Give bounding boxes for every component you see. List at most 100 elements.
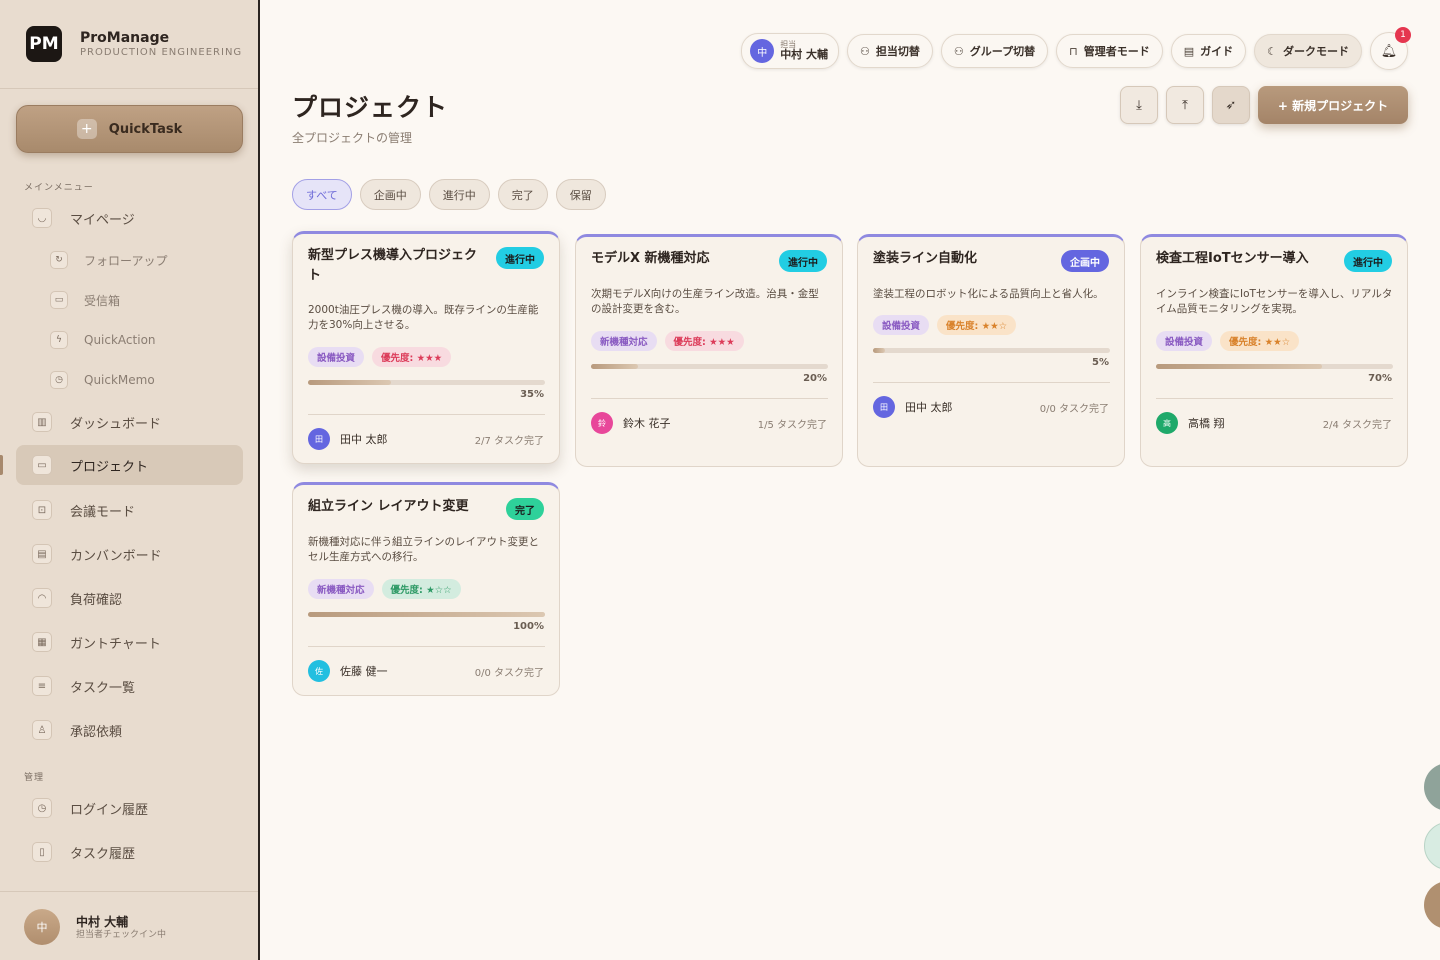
owner: 田 田中 太郎 (873, 396, 953, 418)
filter-done[interactable]: 完了 (497, 179, 548, 210)
progress-label: 100% (513, 621, 544, 632)
project-description: インライン検査にIoTセンサーを導入し、リアルタイム品質モニタリングを実現。 (1156, 288, 1393, 315)
divider (308, 414, 545, 415)
owner: 佐 佐藤 健一 (308, 660, 388, 682)
sidebar-item-quickaction[interactable]: ϟ QuickAction (48, 320, 243, 360)
user-footer[interactable]: 中 中村 大輔 担当者チェックイン中 (0, 891, 258, 960)
sidebar-item-followup[interactable]: ↻ フォローアップ (48, 240, 243, 280)
floating-action-button[interactable] (1424, 763, 1440, 811)
sidebar-item-quickmemo[interactable]: ◷ QuickMemo (48, 360, 243, 400)
sidebar-item-label: ログイン履歴 (70, 802, 149, 818)
filter-all[interactable]: すべて (292, 179, 352, 210)
dark-mode-toggle[interactable]: ☾ ダークモード (1254, 34, 1362, 68)
sidebar-item-approval[interactable]: ♙ 承認依頼 (16, 710, 243, 750)
main-menu-label: メインメニュー (24, 183, 94, 193)
quicktask-button[interactable]: + QuickTask (16, 105, 243, 153)
avatar: 中 (24, 909, 60, 945)
guide-button[interactable]: ▤ ガイド (1170, 34, 1247, 68)
topbar: 中 担当 中村 大輔 ⚇ 担当切替 ⚇ グループ切替 ⊓ 管理者モード ▤ ガイ… (741, 27, 1411, 70)
rocket-button[interactable]: ➶ (1212, 86, 1250, 124)
filter-planning[interactable]: 企画中 (359, 179, 421, 210)
sidebar-item-inbox[interactable]: ▭ 受信箱 (48, 280, 243, 320)
status-badge: 企画中 (1061, 250, 1109, 272)
filter-on-hold[interactable]: 保留 (555, 179, 606, 210)
inbox-icon: ▭ (50, 291, 68, 309)
sidebar-item-gantt[interactable]: ▦ ガントチャート (16, 622, 243, 662)
category-tag: 新機種対応 (591, 331, 657, 351)
project-title: 塗装ライン自動化 (873, 251, 978, 266)
sidebar-item-dashboard[interactable]: ▥ ダッシュボード (16, 402, 243, 442)
dark-mode-label: ダークモード (1283, 45, 1349, 58)
progress-label: 20% (803, 373, 827, 384)
sidebar-item-meeting[interactable]: ⊡ 会議モード (16, 490, 243, 530)
divider (0, 88, 258, 89)
sidebar-item-label: ダッシュボード (70, 416, 162, 432)
sidebar-item-label: 負荷確認 (70, 592, 123, 608)
sidebar-item-login-history[interactable]: ◷ ログイン履歴 (16, 788, 243, 828)
sidebar-item-label: フォローアップ (84, 253, 168, 268)
upload-button[interactable]: ⤒ (1166, 86, 1204, 124)
floating-action-button[interactable] (1424, 881, 1440, 929)
category-tag: 設備投資 (308, 347, 365, 367)
list-icon: ≡ (32, 676, 52, 696)
sidebar-item-label: マイページ (70, 212, 135, 228)
sidebar-item-task-history[interactable]: ▯ タスク履歴 (16, 832, 243, 872)
divider (591, 398, 828, 399)
admin-mode-button[interactable]: ⊓ 管理者モード (1056, 34, 1163, 68)
project-title: モデルX 新機種対応 (591, 251, 710, 266)
project-card[interactable]: 塗装ライン自動化 企画中 塗装工程のロボット化による品質向上と省人化。 設備投資… (857, 234, 1125, 467)
app-logo: PM (26, 26, 62, 62)
current-user-pill[interactable]: 中 担当 中村 大輔 (741, 33, 840, 69)
calendar-icon: ▦ (32, 632, 52, 652)
project-card[interactable]: 新型プレス機導入プロジェクト 進行中 2000t油圧プレス機の導入。既存ラインの… (292, 231, 560, 464)
sidebar-item-label: プロジェクト (70, 459, 149, 475)
sidebar-item-label: QuickMemo (84, 373, 155, 387)
progress-fill (873, 348, 885, 353)
sidebar-item-projects[interactable]: ▭ プロジェクト (16, 445, 243, 485)
page-subtitle: 全プロジェクトの管理 (292, 131, 413, 145)
bell-icon: 🔔︎ (1380, 43, 1398, 59)
sidebar-item-mypage[interactable]: ◡ マイページ (16, 198, 243, 238)
sidebar-item-workload[interactable]: ◠ 負荷確認 (16, 578, 243, 618)
floating-action-button[interactable] (1424, 822, 1440, 870)
progress-fill (1156, 364, 1322, 369)
progress-label: 70% (1368, 373, 1392, 384)
switch-assignee-button[interactable]: ⚇ 担当切替 (847, 34, 933, 68)
project-description: 2000t油圧プレス機の導入。既存ラインの生産能力を30%向上させる。 (308, 304, 539, 331)
project-card[interactable]: 検査工程IoTセンサー導入 進行中 インライン検査にIoTセンサーを導入し、リア… (1140, 234, 1408, 467)
footer-user-status: 担当者チェックイン中 (76, 930, 167, 940)
brand[interactable]: PM ProManage PRODUCTION ENGINEERING (26, 26, 242, 62)
document-icon: ▯ (32, 842, 52, 862)
moon-icon: ☾ (1267, 44, 1277, 58)
new-project-button[interactable]: + 新規プロジェクト (1258, 86, 1408, 124)
project-title: 検査工程IoTセンサー導入 (1156, 251, 1309, 266)
status-badge: 完了 (506, 498, 544, 520)
user-switch-icon: ⚇ (860, 44, 870, 58)
avatar: 高 (1156, 412, 1178, 434)
notification-button[interactable]: 🔔︎ 1 (1370, 27, 1411, 70)
kanban-icon: ▤ (32, 544, 52, 564)
project-title: 組立ライン レイアウト変更 (308, 499, 469, 514)
task-count: 0/0 タスク完了 (1039, 404, 1109, 415)
active-indicator (0, 455, 3, 475)
project-card[interactable]: 組立ライン レイアウト変更 完了 新機種対応に伴う組立ラインのレイアウト変更とセ… (292, 482, 560, 696)
task-count: 0/0 タスク完了 (474, 668, 544, 679)
history-icon: ◷ (32, 798, 52, 818)
task-count: 1/5 タスク完了 (757, 420, 827, 431)
filter-in-progress[interactable]: 進行中 (428, 179, 490, 210)
sidebar-item-label: 承認依頼 (70, 724, 123, 740)
project-description: 塗装工程のロボット化による品質向上と省人化。 (873, 288, 1104, 300)
stamp-icon: ♙ (32, 720, 52, 740)
switch-group-button[interactable]: ⚇ グループ切替 (940, 34, 1049, 68)
download-button[interactable]: ⤓ (1120, 86, 1158, 124)
owner-name: 鈴木 花子 (623, 417, 671, 430)
avatar: 中 (750, 39, 775, 63)
owner-name: 佐藤 健一 (340, 665, 388, 678)
lightning-icon: ϟ (50, 331, 68, 349)
project-card[interactable]: モデルX 新機種対応 進行中 次期モデルX向けの生産ライン改造。治具・金型の設計… (575, 234, 843, 467)
sidebar-item-kanban[interactable]: ▤ カンバンボード (16, 534, 243, 574)
category-tag: 設備投資 (873, 315, 930, 335)
progress-bar (873, 348, 1110, 353)
sidebar-item-tasklist[interactable]: ≡ タスク一覧 (16, 666, 243, 706)
group-switch-icon: ⚇ (953, 44, 964, 58)
